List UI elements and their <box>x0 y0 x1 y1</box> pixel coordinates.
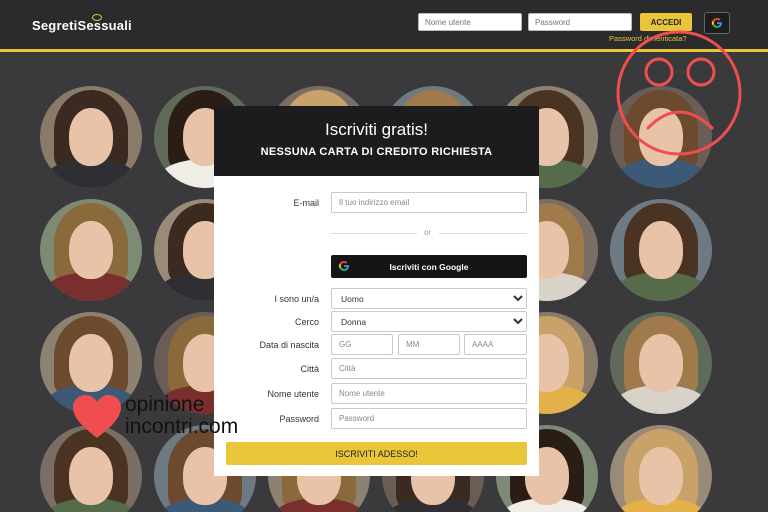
email-field[interactable] <box>331 192 527 213</box>
divider-left <box>331 233 417 234</box>
profile-photo <box>610 425 712 512</box>
username-field[interactable] <box>331 383 527 404</box>
password-field[interactable] <box>331 408 527 429</box>
gender-select[interactable]: Uomo <box>331 288 527 309</box>
email-label: E-mail <box>293 198 319 208</box>
google-g-icon <box>338 261 349 271</box>
divider-right <box>439 233 527 234</box>
profile-photo <box>40 86 142 188</box>
iam-label: I sono un/a <box>274 294 319 304</box>
brand-line-2: incontri.com <box>125 415 239 438</box>
signup-title: Iscriviti gratis! <box>325 120 428 139</box>
google-signup-button[interactable]: Iscriviti con Google <box>331 255 527 278</box>
brand-line-1: opinione <box>125 393 205 416</box>
dob-label: Data di nascita <box>259 340 319 350</box>
brand-watermark: opinione incontri.com <box>72 392 272 442</box>
city-field[interactable] <box>331 358 527 379</box>
signup-subtitle: NESSUNA CARTA DI CREDITO RICHIESTA <box>260 146 493 158</box>
dob-year-field[interactable] <box>464 334 527 355</box>
city-label: Città <box>300 364 319 374</box>
or-text: or <box>424 228 432 237</box>
dob-month-field[interactable] <box>398 334 460 355</box>
signup-submit-button[interactable]: ISCRIVITI ADESSO! <box>226 442 527 465</box>
logo-eye-icon <box>92 14 102 21</box>
google-signup-label: Iscriviti con Google <box>389 261 469 272</box>
site-logo[interactable]: SegretiSessuali <box>32 18 132 33</box>
seeking-select[interactable]: Donna <box>331 311 527 332</box>
profile-photo <box>610 199 712 301</box>
dob-day-field[interactable] <box>331 334 393 355</box>
signup-card-header: Iscriviti gratis! NESSUNA CARTA DI CREDI… <box>214 106 539 176</box>
profile-photo <box>610 312 712 414</box>
header-username-input[interactable] <box>418 13 522 31</box>
heart-icon <box>73 395 121 438</box>
profile-photo <box>40 199 142 301</box>
sad-face-icon <box>616 30 742 156</box>
seeking-label: Cerco <box>294 317 319 327</box>
